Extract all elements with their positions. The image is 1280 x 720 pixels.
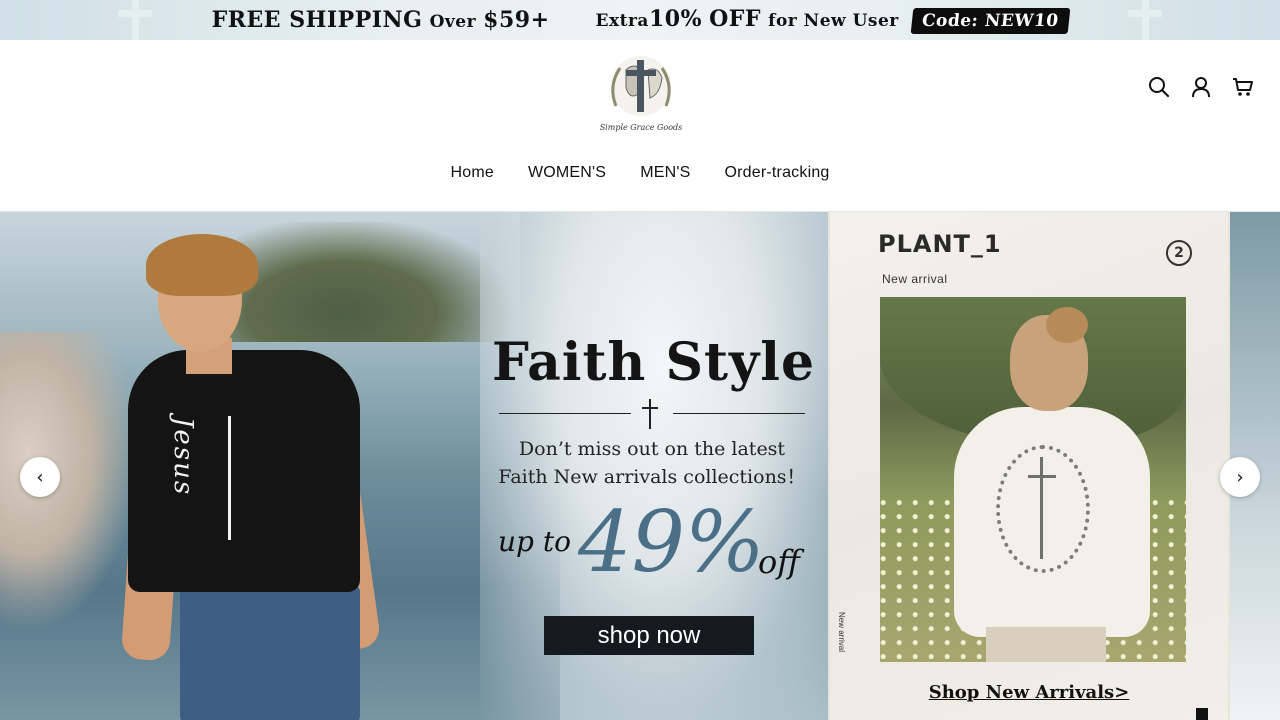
promo-block: Faith Style Don’t miss out on the latest… — [492, 332, 816, 591]
card-subtitle: New arrival — [882, 272, 948, 286]
promo-divider — [499, 399, 805, 429]
slider-prev-button[interactable]: ‹ — [20, 457, 60, 497]
search-icon[interactable] — [1148, 76, 1170, 98]
slider-next-button[interactable]: › — [1220, 457, 1260, 497]
divider-line-left — [499, 413, 631, 414]
discount-up-to: up to — [498, 525, 571, 558]
card-model-photo — [880, 297, 1186, 662]
promo-discount: up to 49% off — [492, 493, 812, 591]
promo-subtitle: Don’t miss out on the latest Faith New a… — [492, 435, 812, 491]
promo-code-badge: Code: NEW10 — [910, 8, 1070, 34]
logo-text: Simple Grace Goods — [599, 123, 683, 132]
sweatshirt-cross-bar — [1028, 475, 1056, 478]
divider-cross-bar — [642, 407, 658, 409]
discount-percent: 49% — [578, 493, 765, 591]
divider-cross-icon — [649, 399, 651, 429]
hero-banner[interactable]: Jesus Faith Style Don’t miss out on the … — [0, 212, 1280, 720]
announcement-bar: FREE SHIPPING Over $59+ Extra10% OFF for… — [0, 0, 1280, 40]
photo-model-hair-bun — [1046, 307, 1088, 343]
free-shipping-over: Over — [429, 12, 477, 32]
promo-subtitle-line-1: Don’t miss out on the latest — [518, 438, 786, 460]
promo-title: Faith Style — [492, 332, 816, 393]
offer-extra: Extra — [595, 11, 649, 31]
promo-subtitle-line-2: Faith New arrivals collections！ — [498, 466, 806, 488]
tshirt-cross-graphic — [228, 416, 231, 540]
header-actions — [1148, 76, 1254, 98]
chevron-right-icon: › — [1236, 466, 1244, 488]
discount-off: off — [758, 543, 800, 581]
hero-trees-background — [230, 222, 510, 352]
offer-audience: for New User — [768, 11, 899, 31]
account-icon[interactable] — [1190, 76, 1212, 98]
model-man-hair — [146, 234, 258, 296]
nav-item-mens[interactable]: MEN'S — [640, 164, 690, 182]
tshirt-script-text: Jesus — [168, 417, 198, 497]
nav-item-home[interactable]: Home — [450, 164, 493, 182]
site-header: Simple Grace Goods Home WOMEN'S MEN'S Or… — [0, 40, 1280, 212]
cross-decoration-icon — [118, 0, 152, 40]
main-navigation: Home WOMEN'S MEN'S Order-tracking — [0, 164, 1280, 182]
sweatshirt-wreath-graphic — [996, 445, 1090, 573]
nav-item-womens[interactable]: WOMEN'S — [528, 164, 606, 182]
card-title: PLANT_1 — [878, 230, 1002, 258]
free-shipping-label: FREE SHIPPING — [211, 7, 423, 33]
divider-line-right — [673, 413, 805, 414]
cross-decoration-icon — [1128, 0, 1162, 40]
offer-off: OFF — [709, 6, 762, 32]
sweatshirt-cross-graphic — [1040, 457, 1043, 559]
offer-percent: 10% — [648, 6, 702, 32]
cart-icon[interactable] — [1232, 76, 1254, 98]
logo-emblem-icon — [611, 56, 671, 116]
chevron-left-icon: ‹ — [36, 466, 44, 488]
free-shipping-threshold: $59+ — [483, 7, 550, 33]
photo-model-pants — [986, 627, 1106, 662]
free-shipping-text: FREE SHIPPING Over $59+ — [212, 7, 550, 33]
card-corner-mark — [1196, 708, 1208, 720]
card-side-label: New arrival — [837, 612, 846, 653]
model-man-tshirt — [128, 350, 360, 592]
model-man-jeans — [180, 584, 360, 720]
card-number-badge: 2 — [1166, 240, 1192, 266]
brand-logo[interactable]: Simple Grace Goods — [598, 48, 684, 134]
new-arrival-card[interactable]: PLANT_1 2 New arrival New arrival Shop N… — [830, 212, 1228, 720]
nav-item-order-tracking[interactable]: Order-tracking — [724, 164, 829, 182]
new-user-offer-text: Extra10% OFF for New User Code: NEW10 — [595, 6, 1070, 34]
shop-now-button[interactable]: shop now — [544, 616, 754, 655]
shop-new-arrivals-link[interactable]: Shop New Arrivals> — [830, 682, 1228, 703]
